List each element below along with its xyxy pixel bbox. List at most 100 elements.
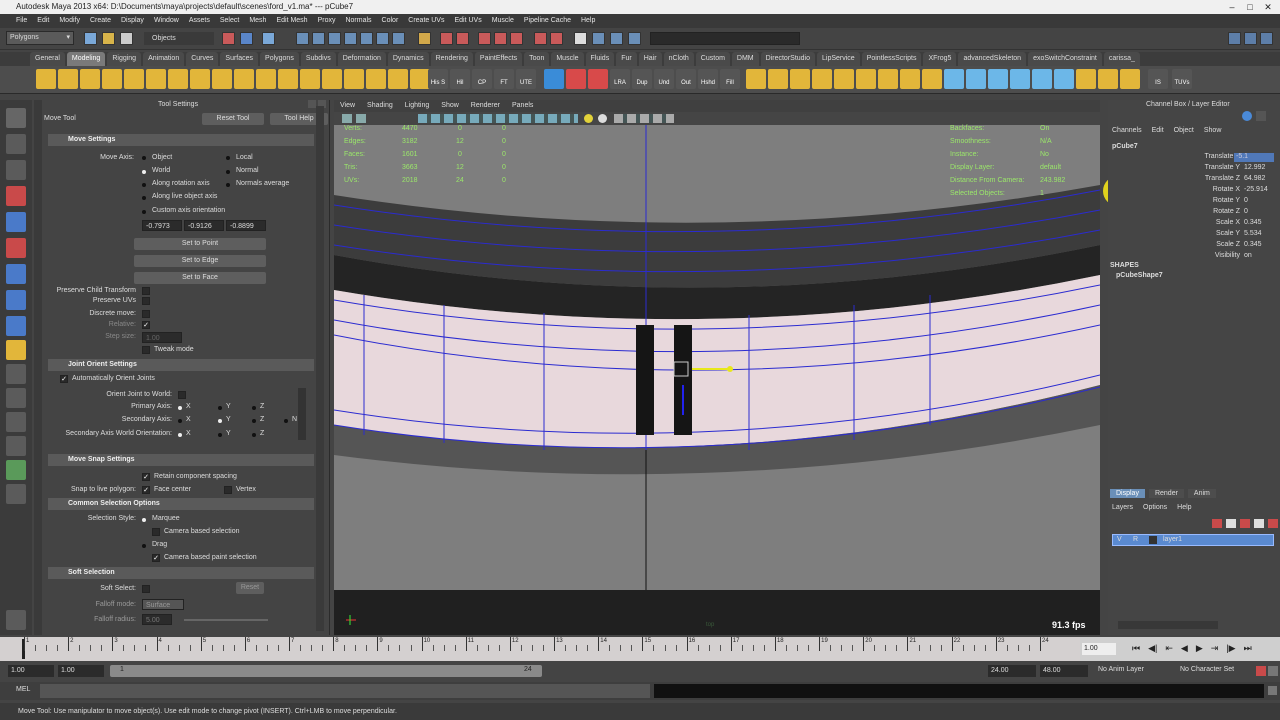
step-back-key-icon[interactable]: ⇤ xyxy=(1165,643,1173,654)
mask-rendering-icon[interactable] xyxy=(376,32,389,45)
shelf-tab-animation[interactable]: Animation xyxy=(143,52,185,66)
layer-tab-render[interactable]: Render xyxy=(1148,489,1184,498)
combine-icon[interactable] xyxy=(256,69,276,89)
falloff-radius-field[interactable]: 5.00 xyxy=(142,614,172,625)
poly-plane-icon[interactable] xyxy=(102,69,122,89)
shelf-tab-toon[interactable]: Toon xyxy=(524,52,550,66)
shelf-tool-3-icon[interactable] xyxy=(1120,69,1140,89)
extract-icon[interactable] xyxy=(300,69,320,89)
play-backward-icon[interactable]: ◀ xyxy=(1181,643,1188,654)
viewport-menu-view[interactable]: View xyxy=(340,100,355,112)
shelf-tab-rendering[interactable]: Rendering xyxy=(430,52,473,66)
attribute-editor-side-tab[interactable] xyxy=(34,100,42,635)
camera-paint-checkbox[interactable]: ✓ xyxy=(152,554,160,562)
shelf-grid-4-icon[interactable] xyxy=(812,69,832,89)
shelf-tab-dynamics[interactable]: Dynamics xyxy=(387,52,429,66)
shelf-tab-xfrog5[interactable]: XFrog5 xyxy=(923,52,957,66)
camera-attr-icon[interactable] xyxy=(356,114,366,123)
layer-tab-anim[interactable]: Anim xyxy=(1187,489,1216,498)
menu-normals[interactable]: Normals xyxy=(345,14,371,28)
layout-graph-icon[interactable] xyxy=(6,460,26,480)
radio-custom-axis[interactable] xyxy=(142,210,146,214)
radio-normals-average[interactable] xyxy=(226,183,230,187)
snap-grid-icon[interactable] xyxy=(440,32,453,45)
attr-translate-y-field[interactable]: 12.992 xyxy=(1244,164,1265,171)
set-to-point-button[interactable]: Set to Point xyxy=(134,238,266,250)
last-tool-icon[interactable] xyxy=(6,340,26,360)
shelf-tab-subdivs[interactable]: Subdivs xyxy=(300,52,336,66)
append-polygon-icon[interactable] xyxy=(410,69,430,89)
layer-menu-layers[interactable]: Layers xyxy=(1112,504,1133,511)
menu-edit-uvs[interactable]: Edit UVs xyxy=(454,14,481,28)
menu-help[interactable]: Help xyxy=(581,14,595,28)
shelf-tab-muscle[interactable]: Muscle xyxy=(551,52,584,66)
common-selection-header[interactable]: Common Selection Options xyxy=(48,498,314,510)
shelf-grid-7-icon[interactable] xyxy=(878,69,898,89)
joint-scrollbar[interactable] xyxy=(298,388,306,440)
secondary-x-radio[interactable] xyxy=(178,419,182,423)
mask-misc-icon[interactable] xyxy=(392,32,405,45)
show-attribute-editor-icon[interactable] xyxy=(1228,32,1241,45)
auto-key-icon[interactable] xyxy=(1256,666,1266,676)
radio-world[interactable] xyxy=(142,170,146,174)
shelf-curve-5-icon[interactable] xyxy=(1032,69,1052,89)
attr-scale-z-field[interactable]: 0.345 xyxy=(1244,241,1262,248)
tweak-mode-checkbox[interactable] xyxy=(142,346,150,354)
orient-world-checkbox[interactable] xyxy=(178,391,186,399)
auto-orient-checkbox[interactable]: ✓ xyxy=(60,375,68,383)
end-time-field[interactable]: 48.00 xyxy=(1040,665,1088,677)
shelf-red-tool-2-icon[interactable] xyxy=(588,69,608,89)
vertex-checkbox[interactable] xyxy=(224,486,232,494)
soft-mod-tool-icon[interactable] xyxy=(6,290,26,310)
shelf-tab-rigging[interactable]: Rigging xyxy=(107,52,142,66)
shelf-tab-general[interactable]: General xyxy=(30,52,65,66)
secondary-y-radio[interactable] xyxy=(218,419,222,423)
menu-pipeline-cache[interactable]: Pipeline Cache xyxy=(524,14,571,28)
channel-menu-object[interactable]: Object xyxy=(1174,127,1194,134)
falloff-mode-dropdown[interactable]: Surface xyxy=(142,599,184,610)
light-icon[interactable] xyxy=(584,114,593,123)
menu-create[interactable]: Create xyxy=(90,14,111,28)
set-to-edge-button[interactable]: Set to Edge xyxy=(134,255,266,267)
marquee-radio[interactable] xyxy=(142,518,146,522)
soft-reset-button[interactable]: Reset xyxy=(236,582,264,594)
playback-start-field[interactable]: 1.00 xyxy=(58,665,104,677)
secondary-world-x-radio[interactable] xyxy=(178,433,182,437)
show-manip-tool-icon[interactable] xyxy=(6,316,26,336)
poly-cube-icon[interactable] xyxy=(36,69,56,89)
menu-assets[interactable]: Assets xyxy=(189,14,210,28)
axis-z-field[interactable]: -0.8899 xyxy=(226,220,266,231)
lock-icon[interactable] xyxy=(418,32,431,45)
shelf-grid-9-icon[interactable] xyxy=(922,69,942,89)
new-scene-icon[interactable] xyxy=(84,32,97,45)
layer-menu-help[interactable]: Help xyxy=(1177,504,1191,511)
start-time-field[interactable]: 1.00 xyxy=(8,665,54,677)
snap-point-icon[interactable] xyxy=(478,32,491,45)
show-tool-settings-icon[interactable] xyxy=(1244,32,1257,45)
shelf-grid-icon[interactable] xyxy=(746,69,766,89)
camera-select-icon[interactable] xyxy=(342,114,352,123)
attr-visibility-field[interactable]: on xyxy=(1244,252,1252,259)
construction-history-icon[interactable] xyxy=(574,32,587,45)
menu-edit-mesh[interactable]: Edit Mesh xyxy=(276,14,307,28)
menu-modify[interactable]: Modify xyxy=(59,14,80,28)
show-channel-box-icon[interactable] xyxy=(1260,32,1273,45)
perspective-viewport[interactable]: View Shading Lighting Show Renderer Pane… xyxy=(334,100,1100,635)
preserve-uvs-checkbox[interactable] xyxy=(142,297,150,305)
shelf-tab-carissa[interactable]: carissa_ xyxy=(1103,52,1140,66)
go-to-start-icon[interactable]: ⏮ xyxy=(1132,643,1140,654)
select-by-object-type-icon[interactable] xyxy=(240,32,253,45)
viewport-menu-shading[interactable]: Shading xyxy=(367,100,393,112)
layout-single-icon[interactable] xyxy=(6,364,26,384)
channel-menu-edit[interactable]: Edit xyxy=(1152,127,1164,134)
radio-normal[interactable] xyxy=(226,170,230,174)
layer-tab-display[interactable]: Display xyxy=(1110,489,1145,498)
bridge-icon[interactable] xyxy=(388,69,408,89)
primary-y-radio[interactable] xyxy=(218,406,222,410)
move-snap-header[interactable]: Move Snap Settings xyxy=(48,454,314,466)
shelf-tab-curves[interactable]: Curves xyxy=(186,52,219,66)
shelf-ft-icon[interactable]: FT xyxy=(494,69,514,89)
preserve-child-checkbox[interactable] xyxy=(142,287,150,295)
poly-cylinder-icon[interactable] xyxy=(80,69,100,89)
shelf-tool-2-icon[interactable] xyxy=(1098,69,1118,89)
